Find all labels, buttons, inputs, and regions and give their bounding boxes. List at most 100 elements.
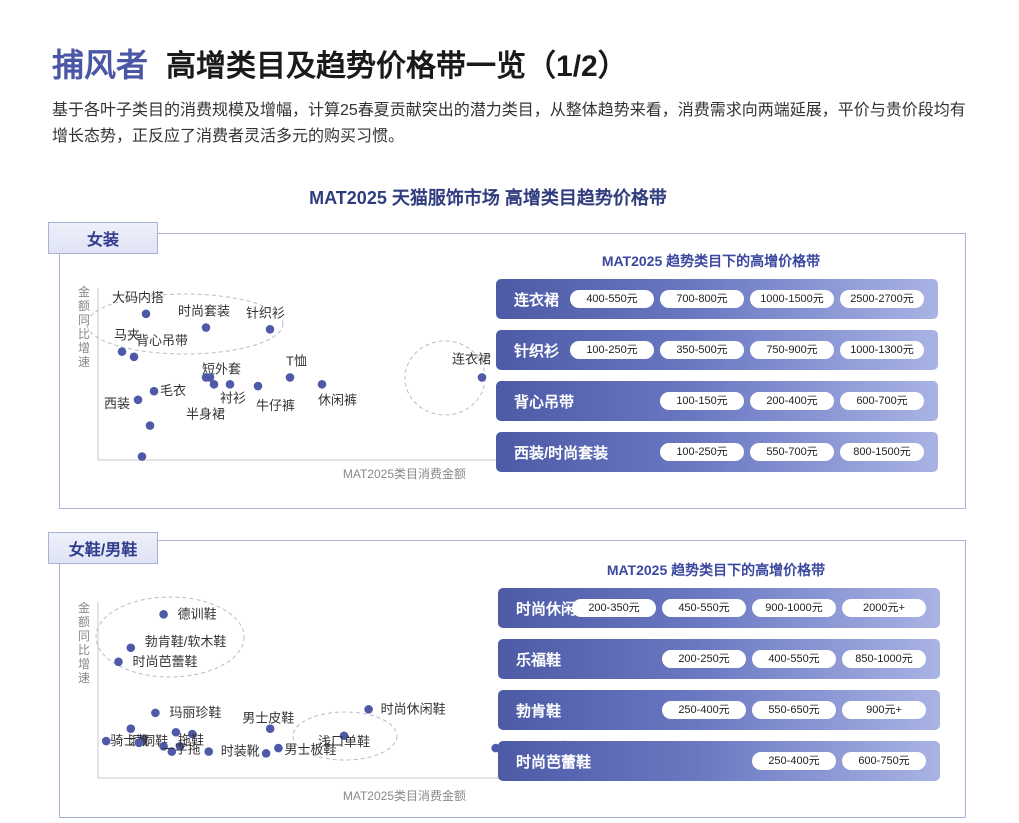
price-row-label: 连衣裙 [514,291,560,309]
point-label: T恤 [286,353,307,368]
x-axis-label: MAT2025类目消费金额 [343,466,466,481]
scatter-shoes: 金额同比增速MAT2025类目消费金额德训鞋勃肯鞋/软木鞋时尚芭蕾鞋玛丽珍鞋洞洞… [78,596,573,803]
price-band-pill: 550-700元 [750,443,834,461]
price-row-label: 背心吊带 [514,393,575,411]
scatter-point [117,347,127,356]
scatter-point [133,395,143,405]
point-label: 牛仔裤 [256,398,295,413]
price-band-list: 250-400元 550-650元 900元+ [662,690,926,730]
scatter-womens-apparel: 金额同比增速MAT2025类目消费金额大码内搭时尚套装 针织衫马夹背心吊带短外套T… [78,284,498,481]
scatter-point [129,352,139,362]
point-label: 背心吊带 [136,333,188,348]
point-label: 男士皮鞋 [242,711,294,726]
tab-womens-apparel: 女装 [48,222,158,254]
price-row: 时尚芭蕾鞋 250-400元 600-750元 [498,741,940,781]
price-band-pill: 250-400元 [752,752,836,770]
price-band-pill: 550-650元 [752,701,836,719]
point-label: 连衣裙 [452,351,491,366]
price-band-pill: 600-750元 [842,752,926,770]
scatter-point [141,309,151,319]
price-band-pill: 750-900元 [750,341,834,359]
price-band-pill: 200-350元 [572,599,656,617]
scatter-point [274,743,283,753]
price-band-pill: 100-150元 [660,392,744,410]
scatter-point [261,749,271,758]
price-band-list: 100-250元 550-700元 800-1500元 [660,432,924,472]
point-label: 针织衫 [246,305,285,320]
price-title-shoes: MAT2025 趋势类目下的高增价格带 [606,562,826,578]
scatter-point [285,373,295,382]
scatter-point [364,705,373,714]
price-band-pill: 800-1500元 [840,443,924,461]
price-band-list: 250-400元 600-750元 [752,741,926,781]
scatter-point [225,380,235,389]
price-band-pill: 1000-1300元 [840,341,924,359]
scatter-point [159,610,168,619]
point-label: 玛丽珍鞋 [169,705,221,720]
price-band-pill: 900-1000元 [752,599,836,617]
price-band-list: 100-250元 350-500元 750-900元 1000-1300元 [570,330,924,370]
scatter-point [317,380,327,389]
point-label: 德训鞋 [178,606,217,621]
scatter-point [126,643,136,653]
price-band-pill: 850-1000元 [842,650,926,668]
scatter-point [126,724,136,734]
point-label: 大码内搭 [112,290,164,305]
price-row: 乐福鞋 200-250元 400-550元 850-1000元 [498,639,940,679]
price-title-womens: MAT2025 趋势类目下的高增价格带 [601,253,821,269]
price-row: 时尚休闲鞋 200-350元 450-550元 900-1000元 2000元+ [498,588,940,628]
point-label: 浅口单鞋 [318,734,370,749]
x-axis-label: MAT2025类目消费金额 [343,788,466,803]
page-title: 高增类目及趋势价格带一览（1/2） [166,50,628,83]
price-band-list: 200-350元 450-550元 900-1000元 2000元+ [572,588,926,628]
scatter-point [204,747,213,756]
price-band-pill: 600-700元 [840,392,924,410]
price-band-pill: 200-250元 [662,650,746,668]
y-axis-label: 金额同比增速 [78,600,90,685]
price-row: 勃肯鞋 250-400元 550-650元 900元+ [498,690,940,730]
price-band-pill: 100-250元 [660,443,744,461]
price-row: 西装/时尚套装 100-250元 550-700元 800-1500元 [496,432,938,472]
price-band-pill: 350-500元 [660,341,744,359]
point-label: 时装靴 [221,744,260,759]
price-band-pill: 900元+ [842,701,926,719]
point-label: 时尚套装 [178,304,230,319]
point-label: 半身裙 [186,406,225,421]
price-band-pill: 100-250元 [570,341,654,359]
point-label: 一字拖 [162,742,201,757]
price-band-list: 100-150元 200-400元 600-700元 [660,381,924,421]
scatter-point [209,380,219,389]
scatter-point [253,381,263,391]
price-band-pill: 400-550元 [752,650,836,668]
price-row: 针织衫 100-250元 350-500元 750-900元 1000-1300元 [496,330,938,370]
price-band-list: 200-250元 400-550元 850-1000元 [662,639,926,679]
price-band-pill: 2500-2700元 [840,290,924,308]
main-chart-title: MAT2025 天猫服饰市场 高增类目趋势价格带 [309,188,667,208]
point-label: 休闲裤 [318,392,357,407]
price-band-pill: 200-400元 [750,392,834,410]
brand-name: 捕风者 [52,47,149,83]
price-band-list: 400-550元 700-800元 1000-1500元 2500-2700元 [570,279,924,319]
point-label: 毛衣 [160,383,186,398]
price-band-pill: 450-550元 [662,599,746,617]
scatter-point [477,373,487,382]
scatter-point [151,708,160,718]
point-label: 西装 [104,396,130,411]
price-row: 背心吊带 100-150元 200-400元 600-700元 [496,381,938,421]
point-label: 时尚芭蕾鞋 [133,654,198,669]
point-label: 时尚休闲鞋 [381,701,446,716]
scatter-point [149,386,159,396]
price-band-pill: 400-550元 [570,290,654,308]
price-row-label: 针织衫 [514,342,560,360]
scatter-point [134,738,144,748]
scatter-point [201,323,211,332]
tab-shoes: 女鞋/男鞋 [48,532,158,564]
page-header: 捕风者 高增类目及趋势价格带一览（1/2） [52,40,628,84]
price-band-pill: 1000-1500元 [750,290,834,308]
point-label: 骑士靴 [110,733,149,748]
scatter-point [145,421,155,430]
price-row-label: 乐福鞋 [516,651,562,669]
price-band-pill: 2000元+ [842,599,926,617]
price-row-label: 勃肯鞋 [516,702,562,720]
point-label: 勃肯鞋/软木鞋 [145,634,227,649]
